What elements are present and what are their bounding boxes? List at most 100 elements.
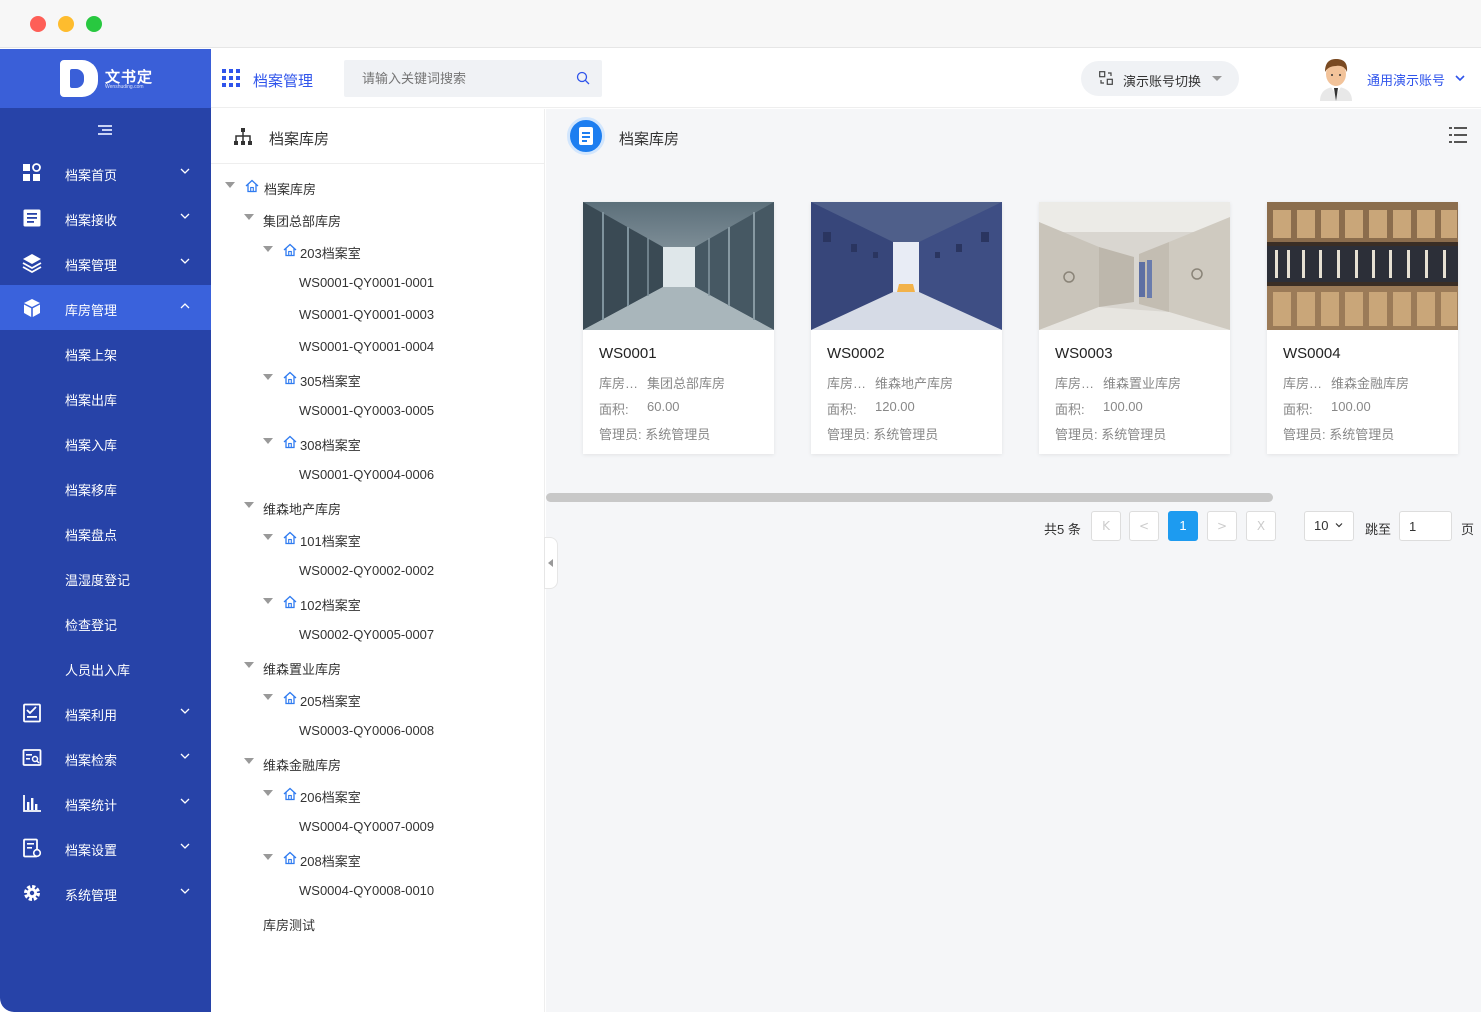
tree-node[interactable]: WS0001-QY0001-0003 [211,298,545,330]
tree-node[interactable]: WS0004-QY0007-0009 [211,810,545,842]
tree-node[interactable]: WS0001-QY0004-0006 [211,458,545,490]
caret-down-icon [1212,76,1222,81]
caret-down-icon[interactable] [263,598,273,604]
page-size-select[interactable]: 10 [1304,511,1354,541]
tree-node[interactable]: 206档案室 [211,778,545,810]
warehouse-tree: 档案库房 集团总部库房 203档案室 WS0001-QY0001-0001 WS0001… [211,170,545,938]
collapse-sidebar-icon[interactable] [98,125,112,135]
tree-node[interactable]: 208档案室 [211,842,545,874]
sidebar-item-dashboard[interactable]: 档案首页 [0,150,211,195]
sidebar-item-utilization[interactable]: 档案利用 [0,690,211,735]
tree-node[interactable]: 205档案室 [211,682,545,714]
app-grid-icon[interactable] [222,69,242,89]
user-name[interactable]: 通用演示账号 [1367,70,1445,89]
warehouse-photo [811,202,1002,330]
account-switch-button[interactable]: 演示账号切换 [1081,61,1239,96]
warehouse-card[interactable]: WS0003 库房… 维森置业库房 面积: 100.00 管理员: 系统管理员 [1039,202,1230,454]
tree-node[interactable]: WS0003-QY0006-0008 [211,714,545,746]
jump-page-input[interactable] [1399,511,1452,541]
horizontal-scrollbar[interactable] [546,493,1273,502]
tree-node-label: WS0001-QY0004-0006 [299,467,435,482]
caret-down-icon[interactable] [263,246,273,252]
tree-node[interactable]: 308档案室 [211,426,545,458]
search-icon[interactable] [576,71,590,85]
tree-node[interactable]: 库房测试 [211,906,545,938]
tree-node[interactable]: WS0004-QY0008-0010 [211,874,545,906]
sidebar-item-label: 库房管理 [65,303,118,318]
warehouse-card[interactable]: WS0001 库房… 集团总部库房 面积: 60.00 管理员: 系统管理员 [583,202,774,454]
tree-node[interactable]: 305档案室 [211,362,545,394]
warehouse-card[interactable]: WS0002 库房… 维森地产库房 面积: 120.00 管理员: 系统管理员 [811,202,1002,454]
avatar[interactable] [1317,57,1355,101]
tree-node[interactable]: WS0002-QY0002-0002 [211,554,545,586]
sidebar-item-archive-settings[interactable]: 档案设置 [0,825,211,870]
logo-icon [60,60,98,97]
tree-node[interactable]: 维森置业库房 [211,650,545,682]
page-1-button[interactable]: 1 [1168,511,1198,541]
submenu-item-shelving[interactable]: 档案上架 [0,330,211,375]
caret-down-icon[interactable] [263,854,273,860]
main-content: 档案库房 WS0001 库房… 集团总部库房 面积: 60.00 管理员: 系统管理… [544,109,1481,1012]
tree-panel-header: 档案库房 [211,109,545,164]
submenu-item-humidity[interactable]: 温湿度登记 [0,555,211,600]
caret-down-icon[interactable] [244,214,254,220]
tree-node[interactable]: 102档案室 [211,586,545,618]
caret-down-icon[interactable] [263,694,273,700]
logo[interactable]: 文书定 Wenshuding.com [0,49,211,108]
caret-down-icon[interactable] [263,790,273,796]
submenu-item-personnel[interactable]: 人员出入库 [0,645,211,690]
search-input[interactable] [344,60,564,97]
chevron-down-icon[interactable] [1455,73,1465,83]
caret-down-icon[interactable] [263,438,273,444]
submenu-item-checkin[interactable]: 档案入库 [0,420,211,465]
chevron-down-icon [180,213,190,219]
tree-node[interactable]: WS0001-QY0003-0005 [211,394,545,426]
caret-down-icon[interactable] [244,758,254,764]
module-title[interactable]: 档案管理 [253,70,313,91]
search-box [344,60,602,97]
tree-node[interactable]: WS0001-QY0001-0004 [211,330,545,362]
submenu-item-transfer[interactable]: 档案移库 [0,465,211,510]
jump-label: 跳至 [1365,522,1392,537]
submenu-item-inventory[interactable]: 档案盘点 [0,510,211,555]
caret-down-icon[interactable] [244,662,254,668]
submenu-item-inspection[interactable]: 检查登记 [0,600,211,645]
sidebar-item-retrieval[interactable]: 档案检索 [0,735,211,780]
tree-node[interactable]: 维森地产库房 [211,490,545,522]
warehouse-code: WS0003 [1055,345,1113,362]
tree-node[interactable]: 集团总部库房 [211,202,545,234]
sidebar-item-statistics[interactable]: 档案统计 [0,780,211,825]
tree-node[interactable]: WS0001-QY0001-0001 [211,266,545,298]
sidebar-item-warehouse-management[interactable]: 库房管理 [0,285,211,330]
list-view-icon[interactable] [1449,127,1467,143]
warehouse-code: WS0004 [1283,345,1341,362]
tree-node-label: WS0001-QY0001-0001 [299,275,435,290]
last-page-button[interactable]: X [1246,511,1276,541]
caret-down-icon[interactable] [263,534,273,540]
caret-down-icon[interactable] [263,374,273,380]
caret-down-icon[interactable] [225,182,235,188]
sidebar-item-receive[interactable]: 档案接收 [0,195,211,240]
tree-node[interactable]: 档案库房 [211,170,545,202]
chevron-down-icon [180,843,190,849]
prev-page-button[interactable]: < [1129,511,1159,541]
tree-node[interactable]: 101档案室 [211,522,545,554]
tree-node[interactable]: 维森金融库房 [211,746,545,778]
close-window-button[interactable] [30,16,46,32]
sidebar-item-system-management[interactable]: 系统管理 [0,870,211,915]
tree-node-label: 维森金融库房 [263,758,342,773]
sidebar-item-archive-management[interactable]: 档案管理 [0,240,211,285]
submenu-item-checkout[interactable]: 档案出库 [0,375,211,420]
warehouse-card[interactable]: WS0004 库房… 维森金融库房 面积: 100.00 管理员: 系统管理员 [1267,202,1458,454]
sidebar-item-label: 档案接收 [65,213,118,228]
maximize-window-button[interactable] [86,16,102,32]
first-page-button[interactable]: K [1091,511,1121,541]
minimize-window-button[interactable] [58,16,74,32]
next-page-button[interactable]: > [1207,511,1237,541]
tree-node-label: WS0001-QY0003-0005 [299,403,435,418]
tree-node[interactable]: 203档案室 [211,234,545,266]
tree-node[interactable]: WS0002-QY0005-0007 [211,618,545,650]
caret-down-icon[interactable] [244,502,254,508]
tree-node-label: WS0003-QY0006-0008 [299,723,435,738]
collapse-tree-handle[interactable] [544,537,558,589]
